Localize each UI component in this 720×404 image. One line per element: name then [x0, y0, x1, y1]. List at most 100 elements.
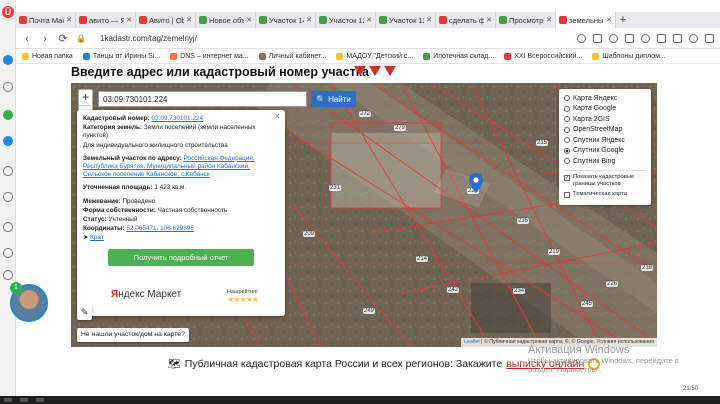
address-bar: ‹ › ⟳ 🔒 1kadastr.com/tag/zemelnyj/: [16, 29, 720, 49]
tab-9[interactable]: земельны ✕: [556, 12, 616, 28]
share-icon[interactable]: [625, 34, 634, 43]
close-tab-icon[interactable]: ✕: [486, 16, 492, 24]
bookmark-item[interactable]: МАДОУ "Детский с...: [336, 52, 413, 60]
extensions-icon[interactable]: [593, 34, 602, 43]
tab-7[interactable]: сделать ф ✕: [436, 12, 496, 28]
tab-4[interactable]: Участок 14 ✕: [256, 12, 316, 28]
bookmark-item[interactable]: Ипотечная склад...: [423, 52, 494, 60]
layer-option[interactable]: Спутник Яндекс: [564, 135, 646, 146]
close-tab-icon[interactable]: ✕: [186, 16, 192, 24]
close-tab-icon[interactable]: ✕: [426, 16, 432, 24]
downloads-icon[interactable]: [3, 248, 13, 258]
profile-icon[interactable]: [689, 34, 698, 43]
heading-arrows: [354, 66, 396, 76]
tab-6[interactable]: Участок 12 ✕: [376, 12, 436, 28]
start-icon[interactable]: [4, 398, 12, 402]
layer-option[interactable]: Спутник Google: [564, 146, 646, 157]
close-tab-icon[interactable]: ✕: [126, 16, 132, 24]
yandex-browser-logo[interactable]: Ü: [2, 6, 14, 18]
bookmark-item[interactable]: Новая папка: [22, 52, 73, 60]
map-flag-icon: 🗺: [168, 358, 181, 370]
layer-option[interactable]: Карта 2GIS: [564, 114, 646, 125]
area-value: 1 423 кв.м.: [154, 184, 187, 192]
whatsapp-icon[interactable]: [3, 110, 13, 120]
settings-icon[interactable]: [3, 270, 13, 280]
home-icon[interactable]: [3, 55, 13, 65]
close-icon[interactable]: ×: [275, 111, 280, 120]
down-arrow-icon: [354, 66, 366, 76]
vk-icon[interactable]: [3, 136, 13, 146]
close-tab-icon[interactable]: ✕: [366, 16, 372, 24]
edit-pencil-icon[interactable]: ✎: [77, 305, 92, 320]
reload-icon[interactable]: ⟳: [58, 32, 68, 45]
translate-icon[interactable]: [577, 34, 586, 43]
category-label: Категория земель:: [83, 124, 142, 132]
plot-label: 214: [416, 256, 429, 262]
collections-icon[interactable]: [673, 34, 682, 43]
get-report-button[interactable]: Получить подробный отчет: [108, 248, 254, 266]
radio-icon: [564, 105, 570, 112]
close-tab-icon[interactable]: ✕: [546, 16, 552, 24]
bookmark-item[interactable]: XXI Всероссийский...: [504, 52, 582, 60]
layer-option-label: Карта Google: [573, 105, 617, 113]
not-found-button[interactable]: Не нашли участок/дом на карте?: [77, 328, 189, 342]
tab-label: Почта Mai: [29, 15, 64, 25]
history-icon[interactable]: [3, 222, 13, 232]
taskbar-app-icon[interactable]: [36, 398, 44, 402]
bookmark-item[interactable]: DNS – интернет ма...: [170, 52, 249, 60]
cadastral-map[interactable]: 272 279 215 231 224 235 214 209 219 242 …: [71, 83, 657, 347]
bookmark-item[interactable]: Шаблоны диплом...: [592, 52, 666, 60]
camera-icon[interactable]: [609, 34, 618, 43]
taskbar: 21:50: [0, 386, 720, 404]
leaflet-link[interactable]: Leaflet: [464, 339, 480, 345]
close-tab-icon[interactable]: ✕: [306, 16, 312, 24]
cadnum-label: Кадастровый номер:: [83, 115, 150, 122]
layer-option[interactable]: Карта Google: [564, 104, 646, 115]
zoom-in-button[interactable]: +: [79, 90, 92, 105]
bookmark-star-icon[interactable]: [657, 34, 666, 43]
tab-label: Участок 14: [269, 15, 305, 25]
tab-1[interactable]: авито — Я ✕: [76, 12, 136, 28]
new-tab-button[interactable]: +: [616, 12, 630, 28]
taskbar-app-icon[interactable]: [20, 398, 28, 402]
yandex-market-logo[interactable]: Яндекс Маркет: [111, 290, 181, 300]
land-use: Для индивидуального жилищного строительс…: [83, 141, 228, 149]
show-borders-checkbox[interactable]: ✓ Показать кадастровые границы участков: [564, 174, 646, 188]
find-button-label: Найти: [328, 94, 351, 104]
bookmark-item[interactable]: Личный кабинет...: [258, 52, 326, 60]
tab-5[interactable]: Участок 12 ✕: [316, 12, 376, 28]
layer-option[interactable]: Карта Яндекс: [564, 93, 646, 104]
plot-label: 235: [517, 218, 530, 224]
url-field[interactable]: 1kadastr.com/tag/zemelnyj/: [100, 34, 197, 43]
bookmark-favicon-icon: [22, 52, 29, 60]
cadnum-link[interactable]: 03:09:730101:224: [152, 115, 204, 122]
tab-0[interactable]: Почта Mai ✕: [16, 12, 76, 28]
more-link[interactable]: Крат: [90, 234, 104, 241]
bookmark-icon[interactable]: [3, 82, 13, 92]
layer-option[interactable]: Спутник Bing: [564, 156, 646, 167]
location-pin-icon[interactable]: [469, 173, 483, 193]
tab-8[interactable]: Просмотр ✕: [496, 12, 556, 28]
play-icon[interactable]: [3, 166, 13, 176]
find-button[interactable]: 🔍 Найти: [311, 91, 356, 107]
close-tab-icon[interactable]: ✕: [606, 16, 612, 24]
cadastral-search-input[interactable]: [98, 91, 307, 107]
coords-link[interactable]: 52.065471, 106.629896: [126, 225, 194, 232]
bookmark-item[interactable]: Танцы от Ирины Si...: [82, 52, 160, 60]
clock: 21:50: [682, 386, 698, 392]
thematic-map-checkbox[interactable]: Тематическая карта: [564, 191, 646, 198]
send-icon[interactable]: [3, 192, 13, 202]
more-arrow-icon: ➤: [83, 234, 89, 242]
tab-3[interactable]: Новое объ ✕: [196, 12, 256, 28]
forward-icon[interactable]: ›: [40, 33, 50, 45]
download-icon[interactable]: [705, 34, 714, 43]
tab-label: авито — Я: [89, 15, 125, 25]
tab-favicon-icon: [439, 16, 447, 24]
close-tab-icon[interactable]: ✕: [246, 16, 252, 24]
layer-option[interactable]: OpenStreetMap: [564, 125, 646, 136]
back-icon[interactable]: ‹: [22, 33, 32, 45]
radio-icon: [564, 116, 570, 123]
close-tab-icon[interactable]: ✕: [66, 16, 72, 24]
screenshot-icon[interactable]: [641, 34, 650, 43]
tab-2[interactable]: Авито | Ob ✕: [136, 12, 196, 28]
